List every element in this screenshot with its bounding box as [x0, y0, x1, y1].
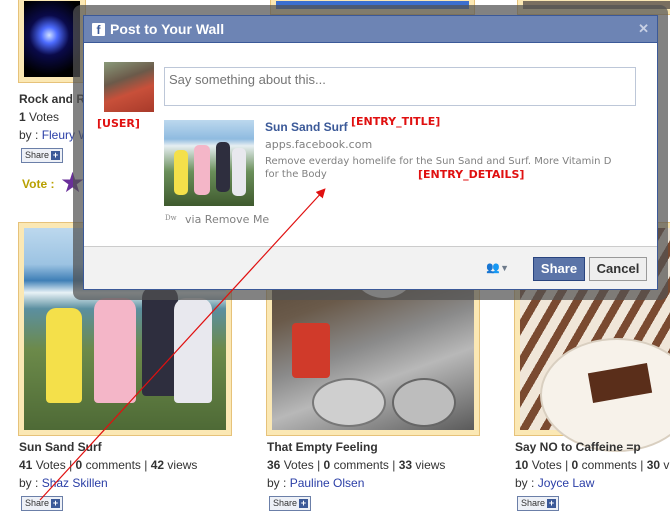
annotation-arrow	[39, 188, 326, 501]
